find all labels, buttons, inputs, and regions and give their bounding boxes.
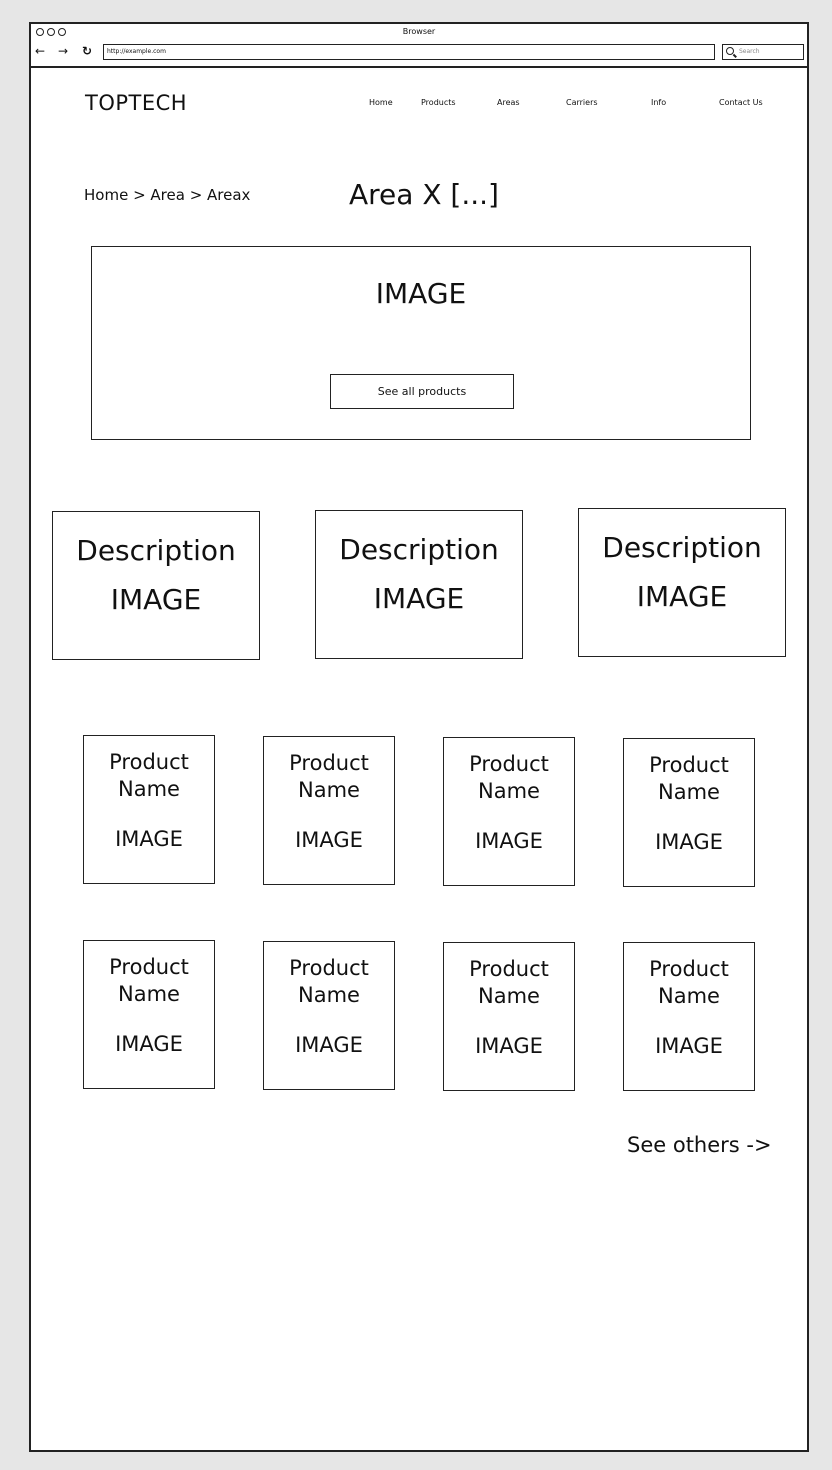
back-arrow-icon[interactable]: ← (35, 45, 45, 57)
nav-home[interactable]: Home (369, 98, 393, 107)
product-card[interactable]: Product Name IMAGE (623, 738, 755, 887)
description-image-placeholder: IMAGE (110, 583, 202, 616)
description-title: Description (339, 533, 499, 566)
browser-window: Browser ← → ↻ http://example.com Search … (29, 22, 809, 1452)
description-title: Description (76, 534, 236, 567)
product-image-placeholder: IMAGE (295, 828, 363, 852)
product-name: Product Name (649, 957, 729, 1008)
product-image-placeholder: IMAGE (655, 830, 723, 854)
nav-products[interactable]: Products (421, 98, 456, 107)
product-image-placeholder: IMAGE (115, 827, 183, 851)
product-card[interactable]: Product Name IMAGE (263, 941, 395, 1090)
product-name: Product Name (289, 751, 369, 802)
product-card[interactable]: Product Name IMAGE (83, 735, 215, 884)
breadcrumb[interactable]: Home > Area > Areax (84, 186, 250, 204)
product-name: Product Name (469, 752, 549, 803)
description-card[interactable]: Description IMAGE (52, 511, 260, 660)
product-name: Product Name (469, 957, 549, 1008)
hero-banner: IMAGE See all products (91, 246, 751, 440)
product-name: Product Name (109, 750, 189, 801)
nav-areas[interactable]: Areas (497, 98, 520, 107)
see-others-link[interactable]: See others -> (627, 1133, 772, 1157)
product-image-placeholder: IMAGE (115, 1032, 183, 1056)
site-logo[interactable]: TOPTECH (85, 91, 187, 115)
product-image-placeholder: IMAGE (295, 1033, 363, 1057)
window-title: Browser (402, 27, 436, 36)
hero-image-placeholder: IMAGE (375, 277, 467, 310)
description-image-placeholder: IMAGE (373, 582, 465, 615)
description-image-placeholder: IMAGE (636, 580, 728, 613)
nav-carriers[interactable]: Carriers (566, 98, 598, 107)
product-card[interactable]: Product Name IMAGE (263, 736, 395, 885)
product-card[interactable]: Product Name IMAGE (443, 942, 575, 1091)
page-title: Area X [...] (349, 178, 499, 211)
reload-icon[interactable]: ↻ (82, 45, 92, 57)
address-bar[interactable]: http://example.com (103, 44, 715, 60)
product-name: Product Name (289, 956, 369, 1007)
browser-search-input[interactable]: Search (722, 44, 804, 60)
product-card[interactable]: Product Name IMAGE (443, 737, 575, 886)
search-icon (726, 47, 734, 55)
product-name: Product Name (649, 753, 729, 804)
forward-arrow-icon[interactable]: → (58, 45, 68, 57)
nav-contact-us[interactable]: Contact Us (719, 98, 763, 107)
see-all-products-button[interactable]: See all products (330, 374, 514, 409)
product-card[interactable]: Product Name IMAGE (623, 942, 755, 1091)
description-card[interactable]: Description IMAGE (578, 508, 786, 657)
description-card[interactable]: Description IMAGE (315, 510, 523, 659)
search-placeholder: Search (739, 48, 760, 55)
product-image-placeholder: IMAGE (475, 1034, 543, 1058)
description-title: Description (602, 531, 762, 564)
nav-info[interactable]: Info (651, 98, 666, 107)
product-image-placeholder: IMAGE (475, 829, 543, 853)
product-card[interactable]: Product Name IMAGE (83, 940, 215, 1089)
browser-chrome: Browser ← → ↻ http://example.com Search (31, 24, 807, 68)
product-name: Product Name (109, 955, 189, 1006)
product-image-placeholder: IMAGE (655, 1034, 723, 1058)
